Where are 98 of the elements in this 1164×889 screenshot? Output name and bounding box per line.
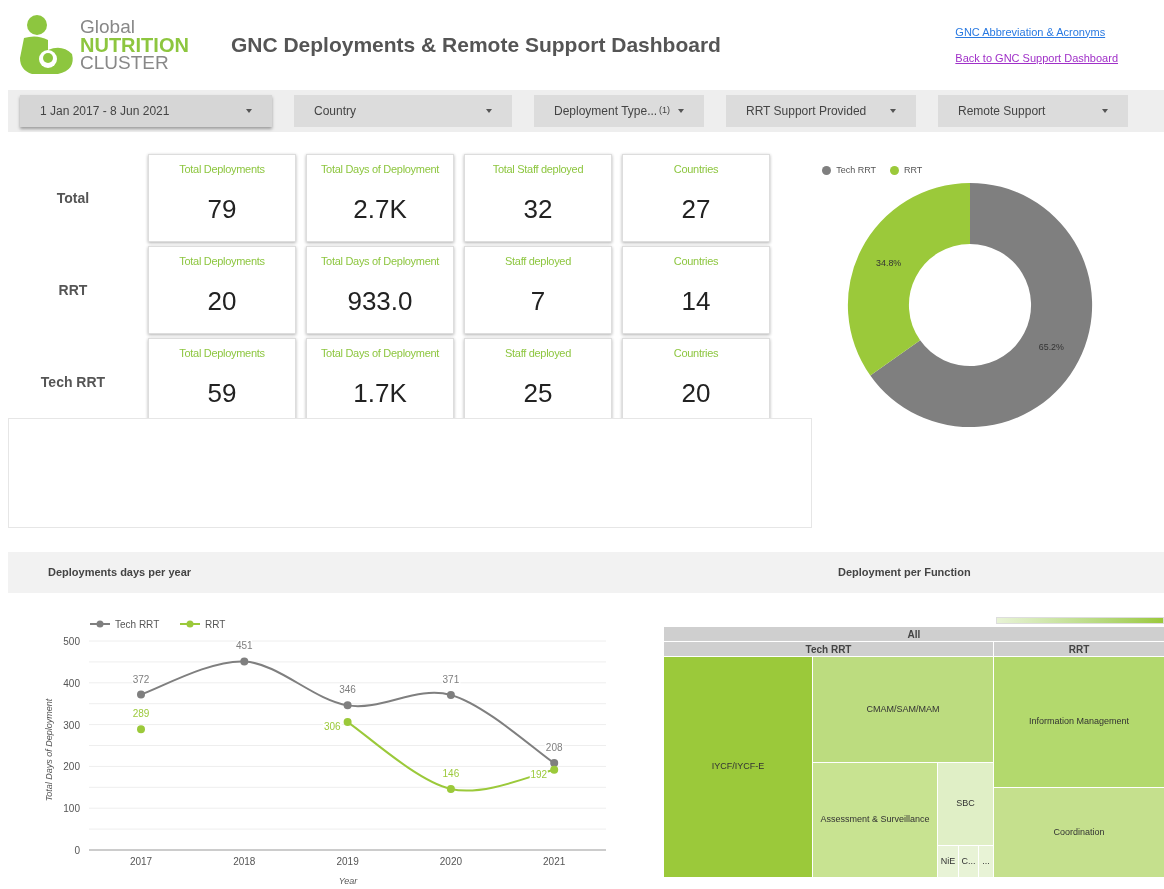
legend-label: Tech RRT bbox=[115, 619, 160, 630]
logo-text: CLUSTER bbox=[80, 54, 170, 72]
treemap-cell: SBC bbox=[938, 763, 993, 845]
x-tick-label: 2019 bbox=[336, 856, 359, 867]
data-label: 371 bbox=[442, 673, 460, 685]
kpi-value: 7 bbox=[530, 284, 546, 318]
kpi-value: 25 bbox=[523, 376, 553, 410]
treemap-header: RRT bbox=[994, 642, 1164, 656]
data-label: 346 bbox=[339, 684, 356, 696]
caret-icon bbox=[890, 109, 896, 113]
legend-line bbox=[179, 623, 201, 625]
treemap-cell: Assessment & Surveillance bbox=[813, 763, 937, 877]
kpi-value: 59 bbox=[207, 376, 237, 410]
slice-label: 65.2% bbox=[1038, 342, 1065, 353]
slice-label: 34.8% bbox=[876, 257, 902, 268]
filter-dropdown[interactable]: 1 Jan 2017 - 8 Jun 2021 bbox=[20, 95, 272, 127]
filter-dropdown[interactable]: Remote Support bbox=[938, 95, 1128, 127]
x-tick-label: 2017 bbox=[129, 856, 153, 867]
y-tick-label: 500 bbox=[63, 636, 80, 647]
caret-icon bbox=[486, 109, 492, 113]
nav-link[interactable]: Back to GNC Support Dashboard bbox=[955, 50, 1118, 67]
data-label: 451 bbox=[235, 640, 253, 652]
x-tick-label: 2021 bbox=[543, 856, 566, 867]
x-tick-label: 2018 bbox=[233, 856, 256, 867]
kpi-value: 14 bbox=[681, 284, 711, 318]
kpi-title: Total Staff deployed bbox=[492, 162, 584, 177]
kpi-value: 1.7K bbox=[353, 376, 407, 410]
kpi-title: Countries bbox=[673, 346, 719, 361]
treemap-cell: IYCF/IYCF-E bbox=[664, 657, 812, 877]
data-point bbox=[550, 759, 559, 768]
data-label: 372 bbox=[132, 673, 150, 685]
y-axis-title: Total Days of Deployment bbox=[44, 698, 54, 802]
data-point bbox=[137, 725, 145, 734]
kpi-title: Total Days of Deployment bbox=[320, 346, 440, 361]
data-label: 208 bbox=[545, 742, 563, 754]
kpi-title: Total Days of Deployment bbox=[320, 162, 440, 177]
kpi-value: 27 bbox=[681, 192, 711, 226]
y-tick-label: 400 bbox=[63, 677, 80, 689]
row-label: Total bbox=[55, 188, 91, 208]
treemap-cell: C... bbox=[959, 846, 978, 877]
treemap-cell: Coordination bbox=[994, 788, 1164, 877]
legend-label: Tech RRT bbox=[836, 164, 877, 177]
filter-dropdown[interactable]: RRT Support Provided bbox=[726, 95, 916, 127]
data-point bbox=[137, 690, 145, 699]
y-tick-label: 100 bbox=[63, 803, 80, 815]
logo-text: NUTRITION bbox=[80, 36, 189, 54]
treemap-cell: Information Management bbox=[994, 657, 1164, 787]
section-title: Deployment per Function bbox=[838, 565, 971, 581]
data-label: 289 bbox=[132, 708, 150, 720]
data-label: 306 bbox=[323, 721, 341, 733]
kpi-title: Total Deployments bbox=[179, 346, 265, 361]
kpi-value: 933.0 bbox=[347, 284, 413, 318]
kpi-value: 20 bbox=[681, 376, 711, 410]
data-point bbox=[343, 718, 352, 727]
row-label: Tech RRT bbox=[39, 372, 107, 392]
treemap-header: All bbox=[664, 627, 1164, 641]
row-label: RRT bbox=[57, 280, 89, 300]
caret-icon bbox=[246, 109, 252, 113]
kpi-value: 32 bbox=[523, 192, 553, 226]
y-tick-label: 200 bbox=[63, 761, 80, 773]
treemap-cell: CMAM/SAM/MAM bbox=[813, 657, 993, 762]
dashboard-title: GNC Deployments & Remote Support Dashboard bbox=[230, 32, 721, 59]
x-axis-title: Year bbox=[338, 876, 358, 886]
filter-dropdown[interactable]: Country bbox=[294, 95, 512, 127]
treemap-header: Tech RRT bbox=[664, 642, 993, 656]
caret-icon bbox=[1102, 109, 1108, 113]
logo-text: Global bbox=[80, 18, 136, 36]
data-point bbox=[446, 784, 455, 793]
data-label: 146 bbox=[442, 767, 460, 779]
kpi-title: Staff deployed bbox=[505, 346, 571, 361]
data-point bbox=[446, 690, 455, 699]
x-tick-label: 2020 bbox=[439, 856, 462, 867]
kpi-title: Total Deployments bbox=[179, 162, 265, 177]
treemap-cell: NiE bbox=[938, 846, 958, 877]
kpi-value: 2.7K bbox=[353, 192, 407, 226]
kpi-title: Total Days of Deployment bbox=[320, 254, 440, 269]
caret-icon bbox=[678, 109, 684, 113]
kpi-title: Staff deployed bbox=[505, 254, 571, 269]
legend-label: RRT bbox=[205, 619, 226, 630]
legend-line bbox=[89, 623, 111, 625]
kpi-title: Countries bbox=[673, 254, 719, 269]
y-tick-label: 0 bbox=[74, 845, 80, 856]
legend-label: RRT bbox=[904, 164, 923, 177]
kpi-title: Countries bbox=[673, 162, 719, 177]
kpi-value: 79 bbox=[207, 192, 237, 226]
nav-link[interactable]: GNC Abbreviation & Acronyms bbox=[955, 23, 1118, 40]
y-tick-label: 300 bbox=[63, 719, 80, 731]
logo-icon bbox=[18, 14, 76, 76]
data-point bbox=[343, 701, 352, 710]
legend-dot bbox=[186, 620, 194, 628]
kpi-value: 20 bbox=[207, 284, 237, 318]
data-point bbox=[550, 765, 559, 774]
section-title: Deployments days per year bbox=[48, 565, 193, 581]
data-point bbox=[240, 657, 249, 666]
treemap-cell: ... bbox=[979, 846, 993, 877]
legend-dot bbox=[96, 620, 104, 628]
kpi-title: Total Deployments bbox=[179, 254, 265, 269]
filter-count: (1) bbox=[659, 104, 670, 118]
